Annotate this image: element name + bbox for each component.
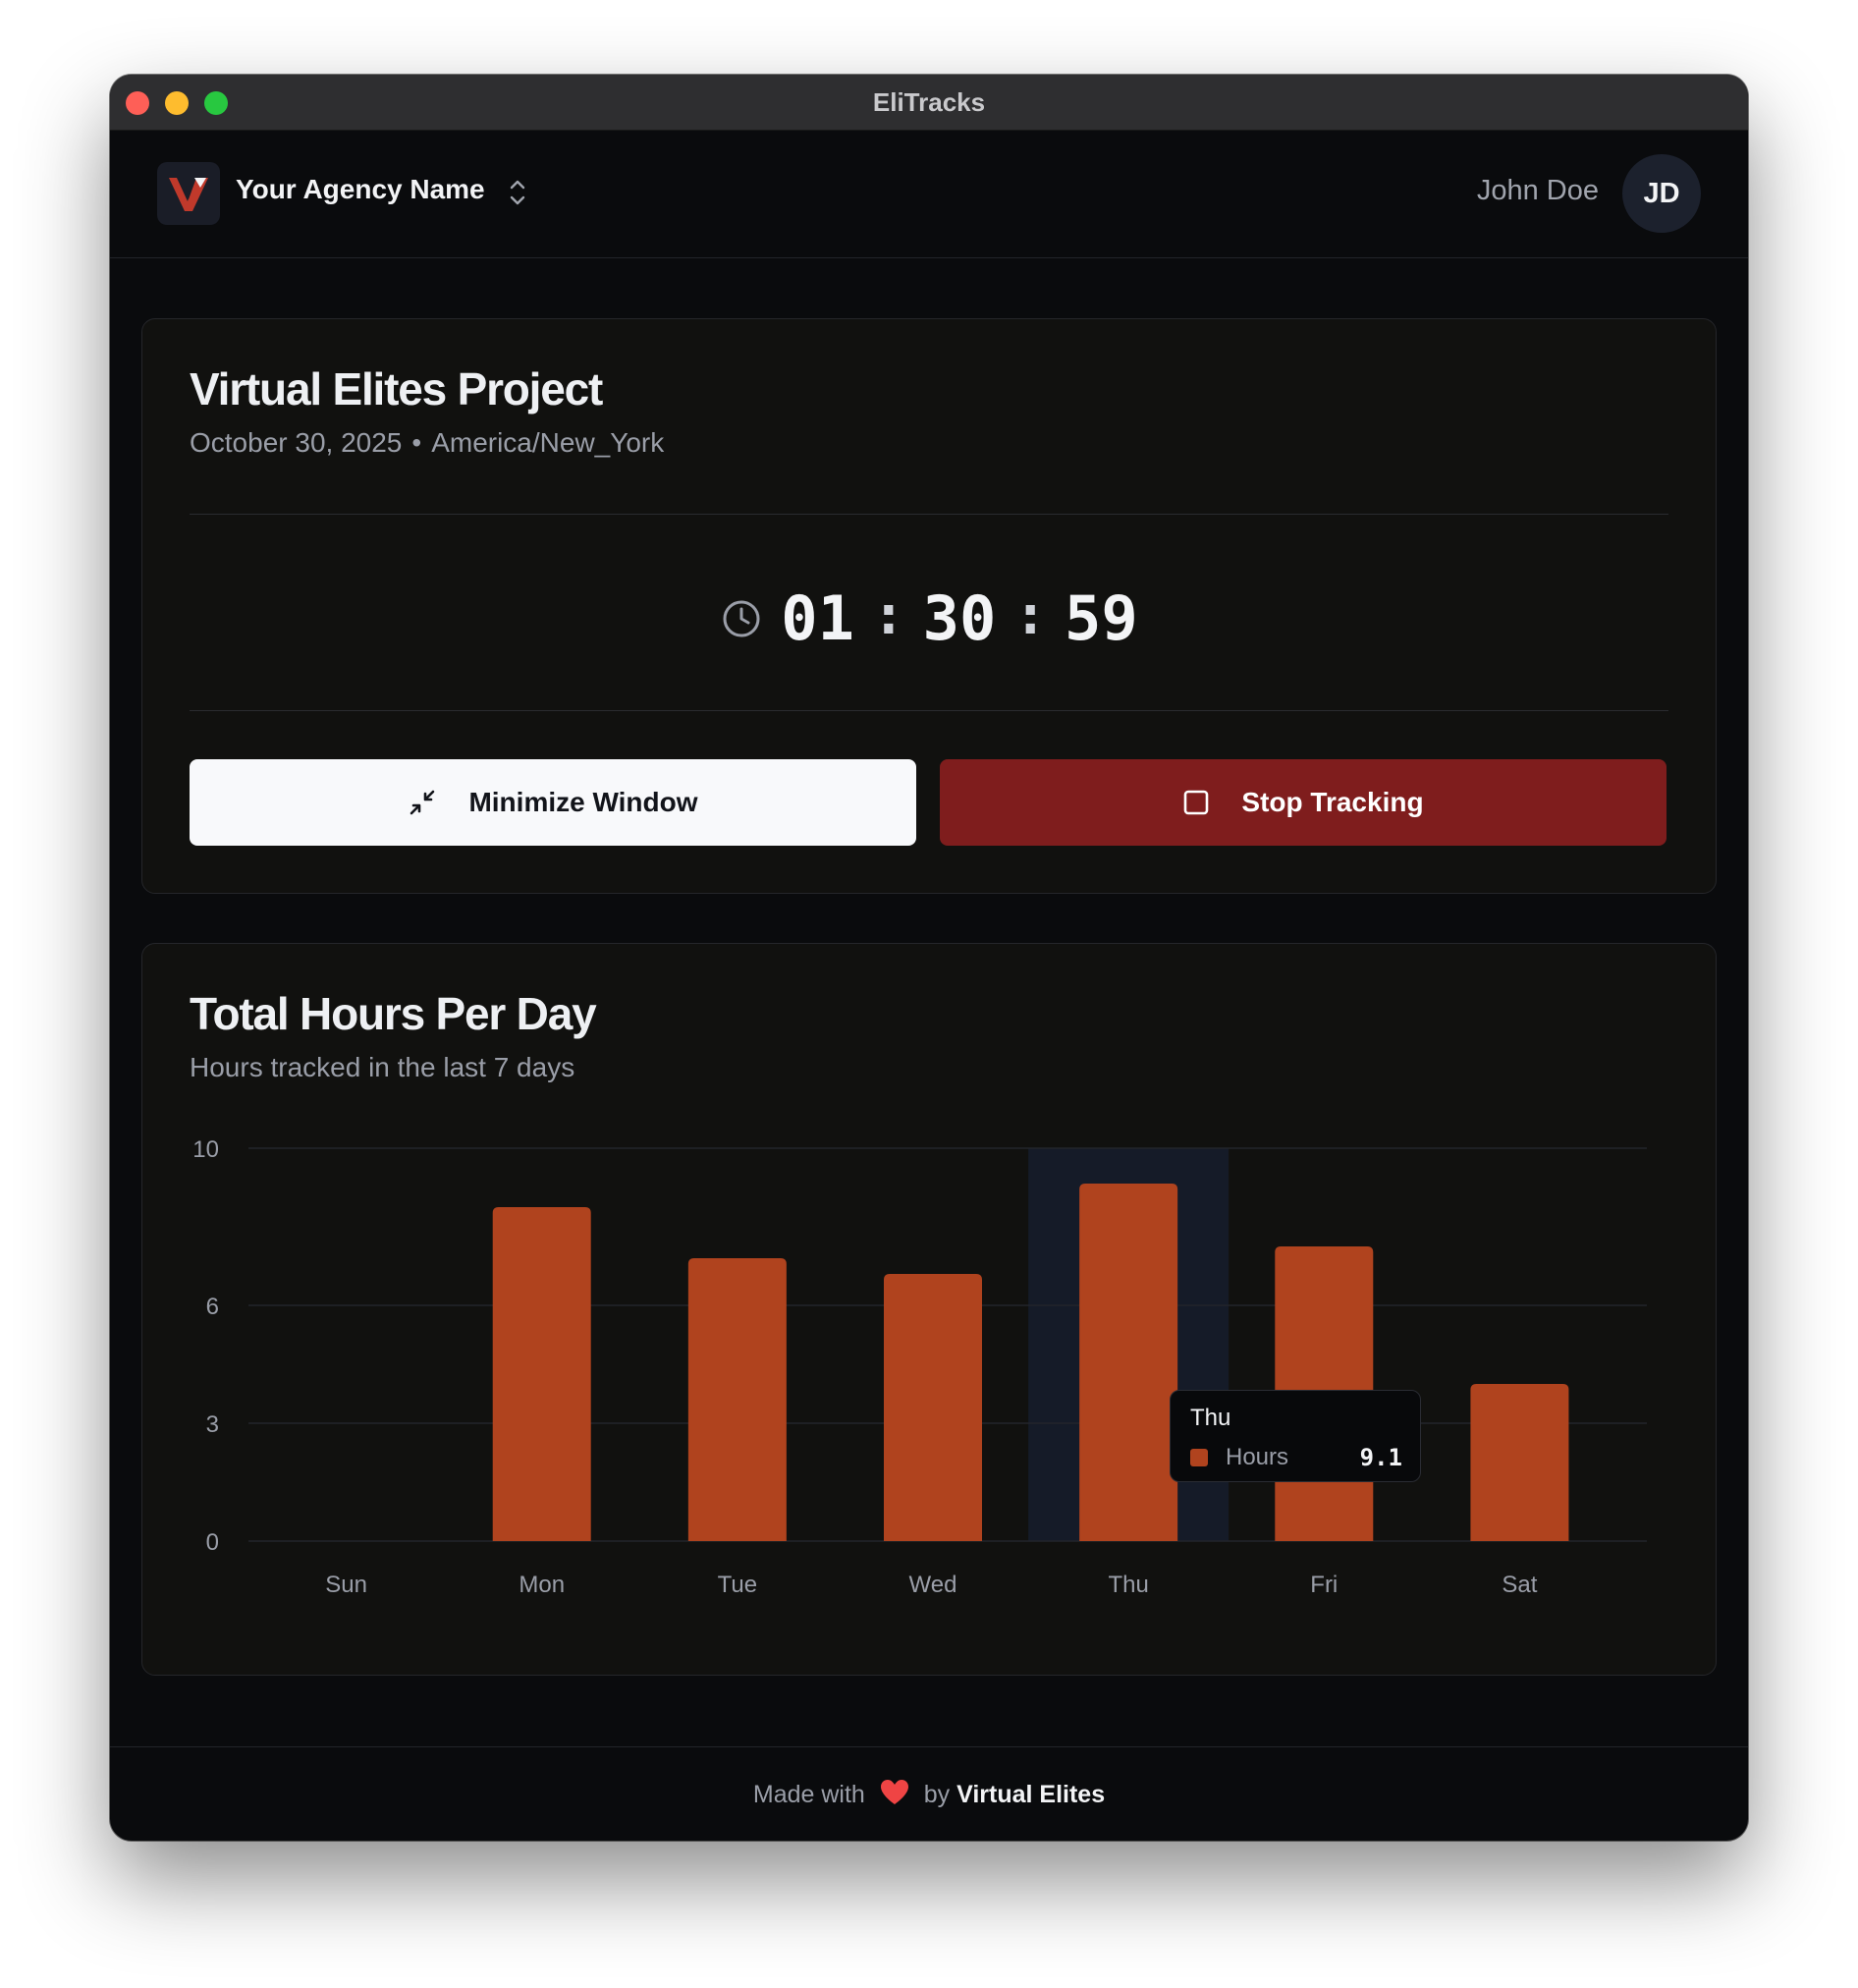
- meta-separator: •: [411, 427, 422, 458]
- window-title: EliTracks: [872, 87, 986, 117]
- bar-mon: [492, 1207, 591, 1541]
- x-tick-label: Tue: [718, 1572, 757, 1598]
- avatar[interactable]: JD: [1622, 154, 1701, 233]
- footer: Made with by Virtual Elites: [110, 1746, 1748, 1841]
- tooltip-category: Thu: [1190, 1405, 1231, 1431]
- divider: [190, 514, 1668, 515]
- timer-hours: 01: [781, 582, 854, 654]
- y-tick-label: 3: [206, 1411, 219, 1438]
- x-tick-label: Wed: [909, 1572, 957, 1598]
- x-tick-label: Mon: [519, 1572, 565, 1598]
- x-tick-label: Fri: [1310, 1572, 1338, 1598]
- clock-icon: [723, 600, 760, 636]
- hours-chart-card: Total Hours Per Day Hours tracked in the…: [141, 943, 1717, 1676]
- hours-bar-chart: 0 3 6 10 Sun Mon Tue Wed Thu Fri Sat: [192, 1136, 1647, 1598]
- minimize-arrows-icon: [410, 790, 435, 815]
- bar-wed: [884, 1274, 982, 1541]
- stop-tracking-button[interactable]: Stop Tracking: [940, 759, 1667, 846]
- chevrons-up-down-icon[interactable]: [507, 173, 528, 212]
- footer-by: by: [923, 1781, 951, 1808]
- footer-prefix: Made with: [752, 1781, 865, 1808]
- y-tick-label: 6: [206, 1294, 219, 1320]
- minimize-window-label: Minimize Window: [468, 787, 698, 817]
- project-meta: October 30, 2025 • America/New_York: [190, 427, 664, 459]
- x-tick-label: Thu: [1108, 1572, 1148, 1598]
- minimize-window-action-button[interactable]: Minimize Window: [190, 759, 916, 846]
- timer-colon: :: [1013, 583, 1048, 647]
- heart-icon: [880, 1780, 908, 1805]
- agency-switcher[interactable]: Your Agency Name: [236, 174, 485, 205]
- x-tick-label: Sun: [325, 1572, 367, 1598]
- bar-sat: [1470, 1384, 1569, 1541]
- elapsed-timer: 01 : 30 : 59: [142, 582, 1716, 661]
- agency-logo-icon: [169, 178, 208, 211]
- tooltip-value: 9.1: [1359, 1444, 1402, 1471]
- x-tick-label: Sat: [1502, 1572, 1537, 1598]
- chart-tooltip: Thu Hours 9.1: [1170, 1390, 1421, 1482]
- stop-square-icon: [1184, 790, 1209, 815]
- bar-tue: [687, 1258, 787, 1541]
- tooltip-swatch: [1190, 1449, 1208, 1466]
- y-tick-label: 10: [192, 1136, 219, 1163]
- agency-logo[interactable]: [157, 162, 220, 225]
- app-header: Your Agency Name John Doe JD: [110, 130, 1748, 258]
- project-card: Virtual Elites Project October 30, 2025 •…: [141, 318, 1717, 894]
- bar-thu: [1079, 1184, 1178, 1541]
- user-name: John Doe: [1476, 175, 1599, 206]
- divider: [190, 710, 1668, 711]
- title-bar: EliTracks: [110, 75, 1748, 131]
- timer-seconds: 59: [1065, 582, 1138, 654]
- project-timezone: America/New_York: [431, 427, 665, 458]
- timer-colon: :: [871, 583, 905, 647]
- project-title: Virtual Elites Project: [190, 363, 603, 414]
- tooltip-label: Hours: [1226, 1444, 1289, 1470]
- app-window: EliTracks Your Agency Name John Doe JD V…: [110, 75, 1748, 1841]
- project-date: October 30, 2025: [190, 427, 403, 458]
- y-tick-label: 0: [206, 1529, 219, 1556]
- timer-minutes: 30: [922, 582, 997, 654]
- footer-brand[interactable]: Virtual Elites: [956, 1781, 1105, 1808]
- stop-tracking-label: Stop Tracking: [1241, 787, 1424, 817]
